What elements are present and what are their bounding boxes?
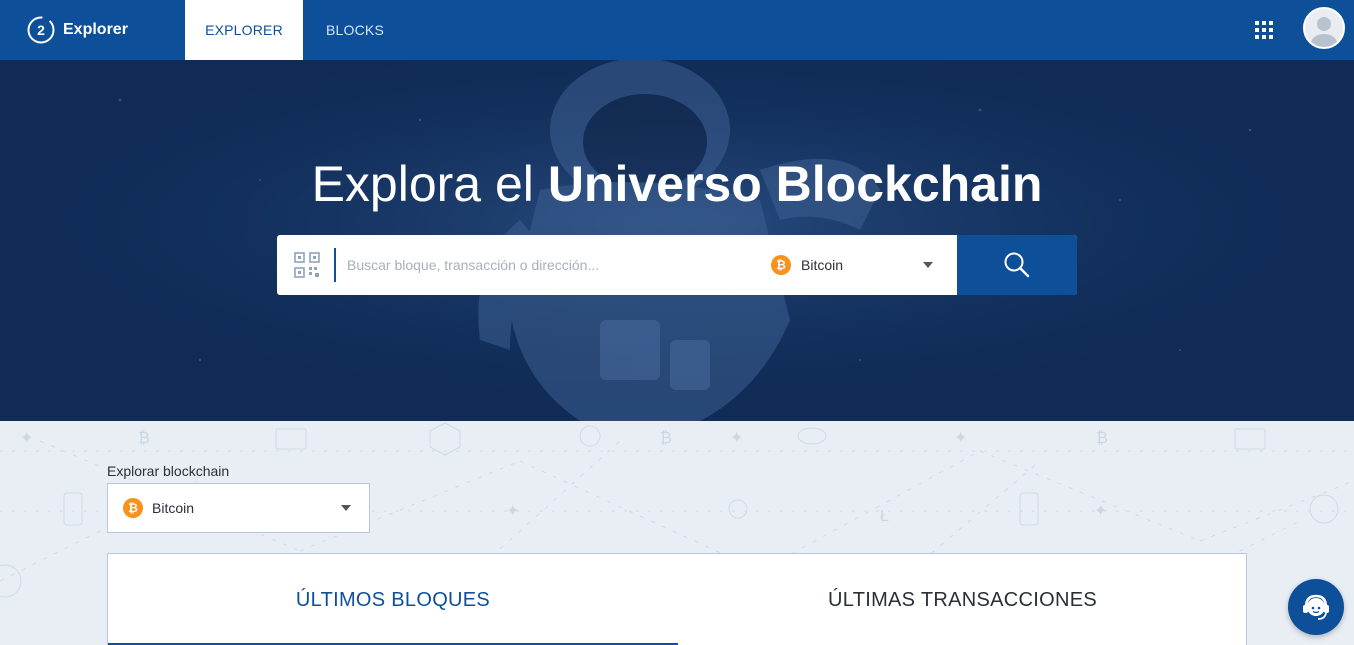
search-input[interactable]	[347, 247, 747, 283]
search-coin-label: Bitcoin	[801, 257, 844, 273]
svg-text:✦: ✦	[506, 503, 519, 520]
explore-blockchain-select[interactable]: ₿ Bitcoin	[107, 483, 370, 533]
tab-latest-blocks[interactable]: ÚLTIMOS BLOQUES	[108, 554, 678, 645]
brand-logo-icon: 2	[27, 16, 55, 44]
nav-tab-blocks[interactable]: BLOCKS	[318, 0, 392, 60]
top-navbar: 2 Explorer EXPLORER BLOCKS	[0, 0, 1354, 60]
user-avatar[interactable]	[1303, 7, 1345, 49]
brand-name: Explorer	[63, 21, 128, 38]
explore-blockchain-label: Explorar blockchain	[107, 463, 230, 479]
search-button[interactable]	[957, 235, 1077, 295]
search-divider	[334, 248, 336, 282]
search-icon	[1004, 252, 1030, 278]
support-chat-button[interactable]	[1288, 579, 1344, 635]
chevron-down-icon	[341, 505, 351, 511]
apps-grid-icon[interactable]	[1255, 21, 1273, 39]
bitcoin-icon: ₿	[771, 255, 791, 275]
tab-latest-transactions[interactable]: ÚLTIMAS TRANSACCIONES	[678, 554, 1247, 645]
latest-data-tabs: ÚLTIMOS BLOQUES ÚLTIMAS TRANSACCIONES	[107, 553, 1247, 645]
support-headset-icon	[1303, 594, 1329, 620]
svg-text:₿: ₿	[1096, 429, 1108, 447]
svg-text:✦: ✦	[730, 430, 743, 447]
search-bar: ₿ Bitcoin	[277, 235, 1077, 295]
svg-text:Ł: Ł	[880, 508, 889, 525]
svg-text:✦: ✦	[954, 430, 967, 447]
user-avatar-icon	[1311, 17, 1337, 47]
svg-text:✦: ✦	[1094, 503, 1107, 520]
bitcoin-icon: ₿	[123, 498, 143, 518]
svg-text:₿: ₿	[660, 429, 672, 447]
svg-text:₿: ₿	[138, 429, 150, 447]
brand[interactable]: 2 Explorer	[26, 13, 128, 47]
hero-title: Explora el Universo Blockchain	[311, 156, 1043, 212]
chevron-down-icon	[923, 262, 933, 268]
svg-text:2: 2	[37, 22, 45, 38]
search-coin-select[interactable]: ₿ Bitcoin	[771, 235, 957, 295]
hero-banner: Explora el Universo Blockchain ₿ Bitcoin	[0, 60, 1354, 421]
explore-coin-label: Bitcoin	[152, 500, 195, 516]
nav-tab-explorer[interactable]: EXPLORER	[185, 0, 303, 60]
qr-code-icon[interactable]	[293, 251, 321, 279]
svg-text:✦: ✦	[20, 430, 33, 447]
